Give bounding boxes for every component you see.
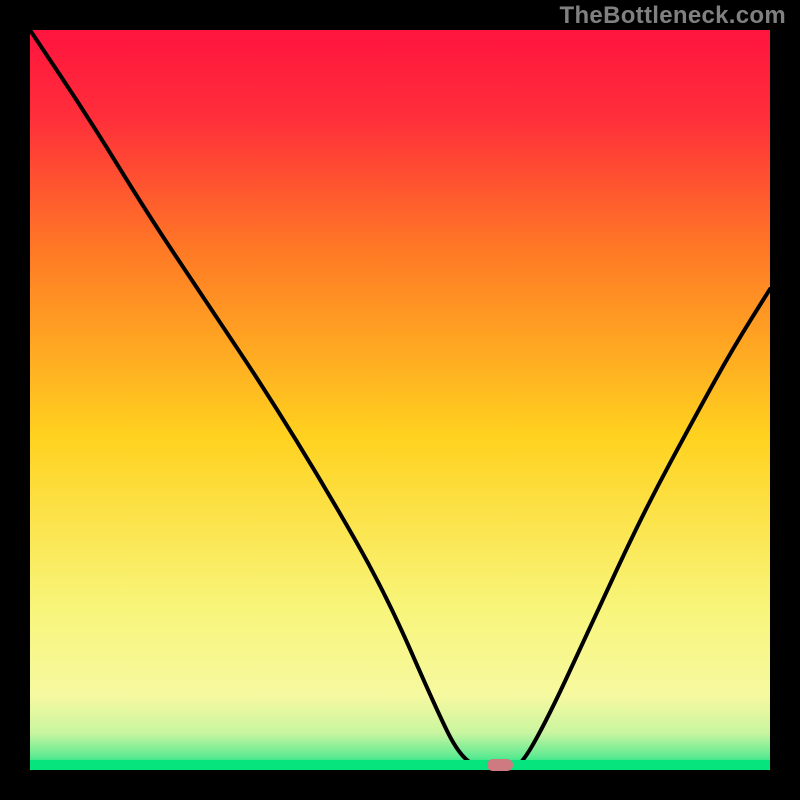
plot-area	[30, 30, 770, 770]
optimal-point-marker	[487, 759, 513, 771]
watermark-text: TheBottleneck.com	[560, 2, 786, 30]
bottleneck-curve	[30, 30, 770, 770]
chart-frame: TheBottleneck.com	[0, 0, 800, 800]
baseline-strip	[30, 760, 770, 770]
